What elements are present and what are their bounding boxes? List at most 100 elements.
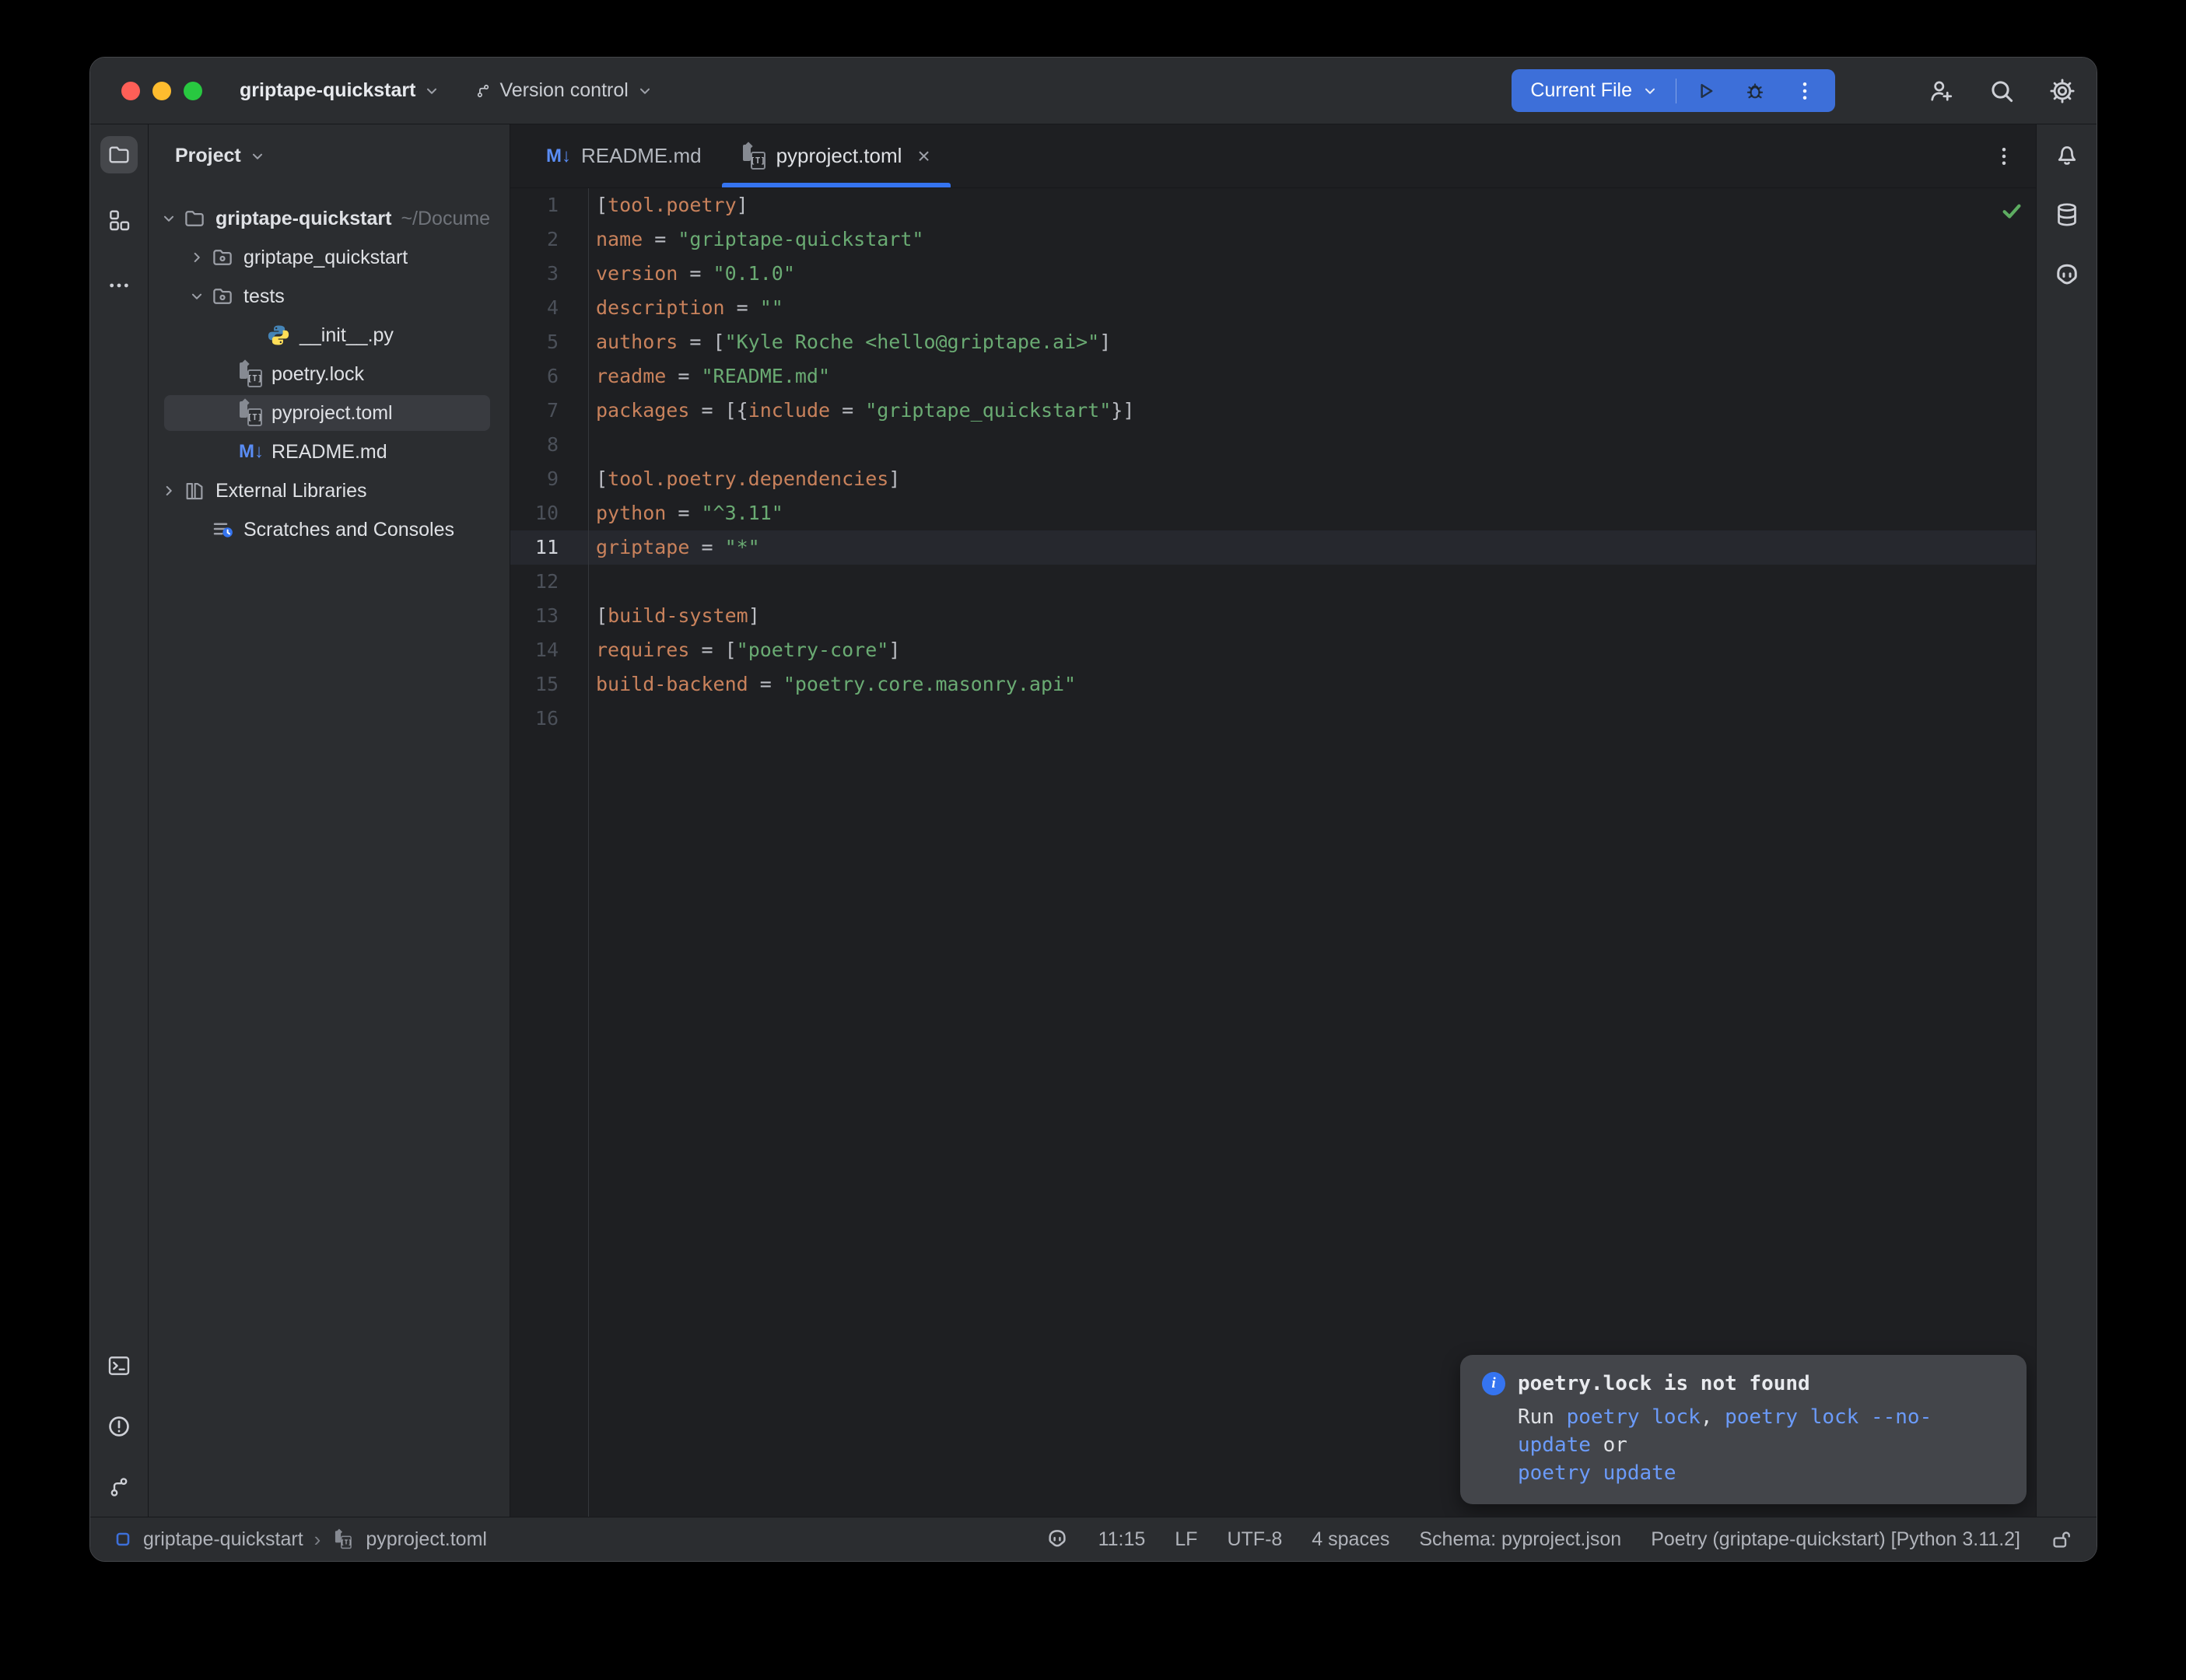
code-line-text: requires = ["poetry-core"] xyxy=(588,633,900,667)
chevron-down-icon[interactable] xyxy=(183,288,211,305)
code-editor[interactable]: 1[tool.poetry]2name = "griptape-quicksta… xyxy=(510,188,2036,1517)
folder-pkg-icon xyxy=(211,246,243,269)
toml-file-icon: [T] xyxy=(335,1530,352,1549)
project-panel-header[interactable]: Project xyxy=(175,145,266,167)
code-line-8[interactable]: 8 xyxy=(510,428,2036,462)
close-window-button[interactable] xyxy=(121,82,140,100)
settings-gear-icon[interactable] xyxy=(2048,77,2076,105)
line-number: 1 xyxy=(510,188,588,222)
git-toolwindow-button[interactable] xyxy=(102,1470,136,1504)
tree-item-pyproject.toml[interactable]: [T]pyproject.toml xyxy=(149,394,510,432)
copilot-status-icon[interactable] xyxy=(1046,1528,1069,1551)
code-line-14[interactable]: 14requires = ["poetry-core"] xyxy=(510,633,2036,667)
code-line-13[interactable]: 13[build-system] xyxy=(510,599,2036,633)
code-line-9[interactable]: 9[tool.poetry.dependencies] xyxy=(510,462,2036,496)
project-panel-title: Project xyxy=(175,145,241,167)
code-line-text: [tool.poetry.dependencies] xyxy=(588,462,900,496)
line-number: 12 xyxy=(510,565,588,599)
notification-link-poetry-lock[interactable]: poetry lock xyxy=(1567,1405,1701,1429)
status-item-schema-pyproject-json[interactable]: Schema: pyproject.json xyxy=(1419,1528,1621,1551)
status-item-poetry-griptape-quickstart-python-3-11-2[interactable]: Poetry (griptape-quickstart) [Python 3.1… xyxy=(1651,1528,2020,1551)
code-line-text: build-backend = "poetry.core.masonry.api… xyxy=(588,667,1076,702)
structure-toolwindow-button[interactable] xyxy=(100,201,138,239)
debug-icon[interactable] xyxy=(1743,79,1767,103)
tab-pyproject.toml[interactable]: [T]pyproject.toml× xyxy=(722,124,951,187)
code-line-2[interactable]: 2name = "griptape-quickstart" xyxy=(510,222,2036,257)
project-selector-label: griptape-quickstart xyxy=(240,79,415,102)
terminal-toolwindow-button[interactable] xyxy=(102,1349,136,1383)
search-icon[interactable] xyxy=(1988,77,2016,105)
tree-item-tests[interactable]: tests xyxy=(149,277,510,316)
tree-item-Scratches and Consoles[interactable]: Scratches and Consoles xyxy=(149,510,510,549)
code-line-11[interactable]: 11griptape = "*" xyxy=(510,530,2036,565)
status-item-11-15[interactable]: 11:15 xyxy=(1098,1528,1146,1551)
code-line-text: python = "^3.11" xyxy=(588,496,783,530)
minimize-window-button[interactable] xyxy=(152,82,171,100)
more-toolwindows-button[interactable] xyxy=(100,267,138,304)
notification-link-poetry-update[interactable]: poetry update xyxy=(1518,1461,1676,1485)
tree-item-poetry.lock[interactable]: [T]poetry.lock xyxy=(149,355,510,394)
code-line-text: version = "0.1.0" xyxy=(588,257,795,291)
add-user-icon[interactable] xyxy=(1927,77,1955,105)
tab-label: README.md xyxy=(581,144,702,168)
tree-item-label: griptape-quickstart xyxy=(215,208,391,230)
line-number: 3 xyxy=(510,257,588,291)
more-run-options-icon[interactable] xyxy=(1793,79,1816,103)
chevron-down-icon xyxy=(249,148,266,165)
tree-item-README.md[interactable]: M↓README.md xyxy=(149,432,510,471)
status-item-utf-8[interactable]: UTF-8 xyxy=(1227,1528,1282,1551)
close-tab-icon[interactable]: × xyxy=(917,145,930,167)
chevron-right-icon[interactable] xyxy=(155,482,183,499)
tab-options-kebab-icon[interactable] xyxy=(1992,145,2016,168)
gutter-divider xyxy=(588,188,589,1517)
run-configuration-selector[interactable]: Current File xyxy=(1530,79,1632,102)
breadcrumb-project[interactable]: griptape-quickstart xyxy=(143,1528,303,1551)
code-line-6[interactable]: 6readme = "README.md" xyxy=(510,359,2036,394)
code-line-12[interactable]: 12 xyxy=(510,565,2036,599)
status-item-lf[interactable]: LF xyxy=(1175,1528,1197,1551)
tree-item-griptape-quickstart[interactable]: griptape-quickstart~/Docume xyxy=(149,199,510,238)
chevron-down-icon[interactable] xyxy=(155,210,183,227)
chevron-down-icon[interactable] xyxy=(1641,82,1659,100)
run-icon[interactable] xyxy=(1694,79,1717,103)
code-line-10[interactable]: 10python = "^3.11" xyxy=(510,496,2036,530)
line-number: 13 xyxy=(510,599,588,633)
breadcrumb: griptape-quickstart › [T] pyproject.toml xyxy=(114,1526,487,1552)
notification-text: or xyxy=(1591,1433,1627,1457)
tree-item-__init__.py[interactable]: __init__.py xyxy=(149,316,510,355)
tree-item-label: External Libraries xyxy=(215,480,367,502)
problems-toolwindow-button[interactable] xyxy=(102,1409,136,1444)
code-line-7[interactable]: 7packages = [{include = "griptape_quicks… xyxy=(510,394,2036,428)
info-icon: i xyxy=(1482,1372,1505,1395)
md-file-icon: M↓ xyxy=(546,145,570,167)
notifications-bell-icon[interactable] xyxy=(2053,140,2081,168)
toml-file-icon: [T] xyxy=(742,143,765,170)
inspections-ok-check-icon[interactable] xyxy=(2000,199,2023,222)
project-toolwindow-button[interactable] xyxy=(100,136,138,173)
status-bar: griptape-quickstart › [T] pyproject.toml… xyxy=(90,1517,2097,1561)
unlock-icon[interactable] xyxy=(2050,1528,2073,1551)
status-item-4-spaces[interactable]: 4 spaces xyxy=(1312,1528,1389,1551)
tree-item-label: poetry.lock xyxy=(271,363,364,386)
code-line-1[interactable]: 1[tool.poetry] xyxy=(510,188,2036,222)
code-line-5[interactable]: 5authors = ["Kyle Roche <hello@griptape.… xyxy=(510,325,2036,359)
ai-assistant-icon[interactable] xyxy=(2053,261,2081,289)
vcs-widget[interactable]: Version control xyxy=(475,79,653,102)
project-panel: Project griptape-quickstart~/Documegript… xyxy=(149,124,510,1517)
tree-item-griptape_quickstart[interactable]: griptape_quickstart xyxy=(149,238,510,277)
tab-README.md[interactable]: M↓ README.md xyxy=(526,124,722,187)
chevron-right-icon[interactable] xyxy=(183,249,211,266)
breadcrumb-file[interactable]: pyproject.toml xyxy=(366,1528,487,1551)
code-line-4[interactable]: 4description = "" xyxy=(510,291,2036,325)
code-line-3[interactable]: 3version = "0.1.0" xyxy=(510,257,2036,291)
database-toolwindow-icon[interactable] xyxy=(2053,201,2081,229)
tree-item-External Libraries[interactable]: External Libraries xyxy=(149,471,510,510)
zoom-window-button[interactable] xyxy=(184,82,202,100)
git-branch-icon xyxy=(475,82,492,100)
code-line-15[interactable]: 15build-backend = "poetry.core.masonry.a… xyxy=(510,667,2036,702)
run-widget: Current File xyxy=(1512,69,1835,112)
code-line-16[interactable]: 16 xyxy=(510,702,2036,736)
tree-item-label: griptape_quickstart xyxy=(243,247,408,269)
project-selector[interactable]: griptape-quickstart xyxy=(240,79,440,102)
tree-item-label: tests xyxy=(243,285,285,308)
